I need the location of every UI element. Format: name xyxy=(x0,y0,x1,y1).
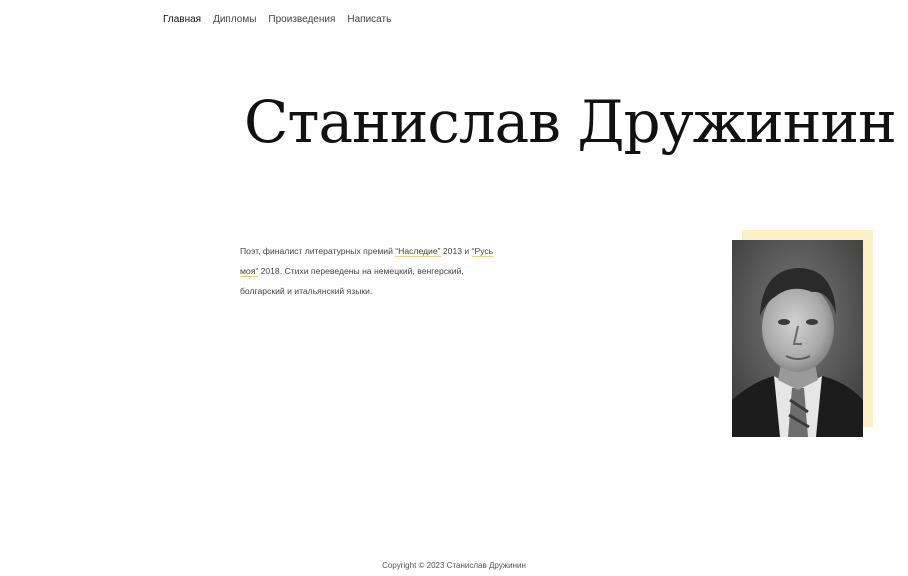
page: Главная Дипломы Произведения Написать Ст… xyxy=(0,0,908,576)
author-bio: Поэт, финалист литературных премий “Насл… xyxy=(240,241,500,301)
bio-text-1: Поэт, финалист литературных премий xyxy=(240,246,396,256)
author-photo-frame xyxy=(732,230,873,437)
nav-item-contact[interactable]: Написать xyxy=(347,14,391,25)
main-nav: Главная Дипломы Произведения Написать xyxy=(163,14,391,25)
nav-item-home[interactable]: Главная xyxy=(163,14,201,25)
award-nasledie: “Наследие” xyxy=(395,246,441,257)
portrait-illustration xyxy=(732,240,863,437)
nav-item-diplomas[interactable]: Дипломы xyxy=(213,14,256,25)
page-title: Станислав Дружинин xyxy=(244,88,897,156)
author-photo xyxy=(732,240,863,437)
bio-text-2: 2013 и xyxy=(440,246,472,256)
footer-copyright: Copyright © 2023 Станислав Дружинин xyxy=(382,561,526,570)
bio-text-3: 2018. Стихи переведены на немецкий, венг… xyxy=(240,266,464,296)
nav-item-works[interactable]: Произведения xyxy=(268,14,335,25)
